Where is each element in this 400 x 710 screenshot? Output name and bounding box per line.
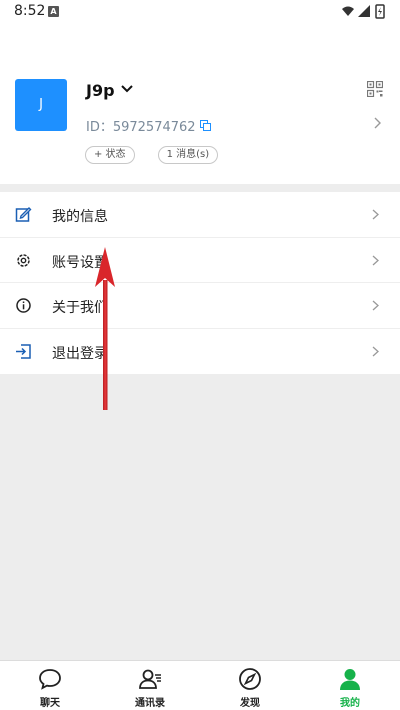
tab-label: 聊天 xyxy=(40,698,60,709)
menu-item-label: 我的信息 xyxy=(52,209,108,225)
logout-icon xyxy=(16,343,31,359)
status-chips: + 状态 1 消息(s) xyxy=(85,146,241,164)
annotation-arrow xyxy=(95,247,115,410)
gear-icon xyxy=(17,253,30,267)
contacts-icon xyxy=(139,669,161,689)
user-id-row: ID：5972574762 xyxy=(86,116,211,135)
status-bar: 8:52 A xyxy=(0,0,400,24)
chevron-right-icon xyxy=(372,209,379,220)
messages-chip[interactable]: 1 消息(s) xyxy=(157,146,219,164)
chevron-right-icon xyxy=(372,255,379,265)
menu-item-my-info[interactable]: 我的信息 xyxy=(0,192,400,238)
status-time: 8:52 xyxy=(14,3,46,19)
tab-label: 通讯录 xyxy=(135,698,165,709)
copy-icon[interactable] xyxy=(199,120,211,131)
chevron-right-icon xyxy=(372,346,379,356)
tab-contacts[interactable]: 通讯录 xyxy=(100,661,200,710)
tab-chat[interactable]: 聊天 xyxy=(0,661,100,710)
bottom-tab-bar: 聊天 通讯录 发现 我的 xyxy=(0,660,400,710)
chevron-down-icon[interactable] xyxy=(120,82,134,96)
chevron-right-icon xyxy=(372,300,379,311)
add-status-chip[interactable]: + 状态 xyxy=(85,146,135,164)
edit-icon xyxy=(15,207,32,222)
compass-icon xyxy=(239,668,261,690)
tab-label: 我的 xyxy=(340,698,360,709)
tab-label: 发现 xyxy=(240,698,260,709)
chevron-right-icon[interactable] xyxy=(372,116,382,130)
signal-icon xyxy=(358,5,370,17)
chat-bubble-icon xyxy=(39,669,61,690)
menu-item-logout[interactable]: 退出登录 xyxy=(0,329,400,375)
tab-me[interactable]: 我的 xyxy=(300,661,400,710)
tab-discover[interactable]: 发现 xyxy=(200,661,300,710)
menu-item-about-us[interactable]: 关于我们 xyxy=(0,283,400,329)
person-icon xyxy=(340,669,360,690)
profile-header: J J9p ID：5972574762 + 状态 1 消息(s) xyxy=(0,24,400,184)
notification-badge-icon: A xyxy=(48,6,59,17)
settings-menu: 我的信息 账号设置 关于我们 退出登录 xyxy=(0,192,400,374)
menu-item-account-settings[interactable]: 账号设置 xyxy=(0,238,400,283)
info-icon xyxy=(16,298,31,313)
wifi-icon xyxy=(342,6,354,16)
avatar[interactable]: J xyxy=(15,79,67,131)
qr-code-icon[interactable] xyxy=(367,81,383,97)
profile-name[interactable]: J9p xyxy=(86,81,115,100)
status-icons xyxy=(342,4,385,19)
user-id: ID：5972574762 xyxy=(86,120,196,135)
